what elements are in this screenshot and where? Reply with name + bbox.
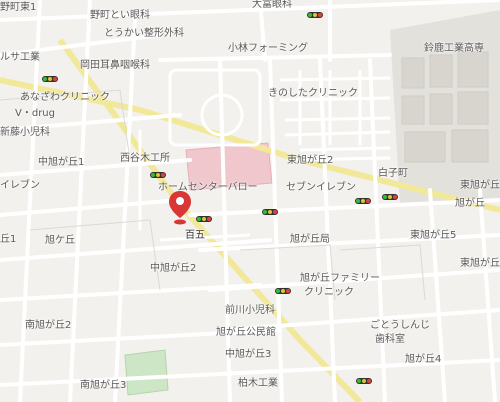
poi-label: 柏木工業 [238, 378, 278, 389]
area-label: 白子町 [378, 168, 408, 179]
poi-label: 野町とい眼科 [90, 10, 150, 21]
poi-label: 前川小児科 [225, 305, 275, 316]
traffic-light-icon [355, 198, 371, 204]
area-label: 東旭が丘3 [460, 258, 500, 269]
poi-label: 大富眼科 [252, 0, 292, 10]
traffic-light-icon [42, 76, 58, 82]
poi-label: 鈴鹿工業高専 [424, 43, 484, 54]
area-label: 東旭が丘5 [410, 230, 457, 241]
traffic-light-icon [262, 209, 278, 215]
poi-label: きのしたクリニック [268, 88, 358, 99]
poi-label: 小林フォーミング [228, 43, 308, 54]
area-label: 東旭が丘 [460, 180, 500, 191]
poi-label: クリニック [304, 287, 354, 298]
poi-label: ルサ工業 [0, 52, 40, 63]
area-label: 中旭が丘2 [150, 263, 197, 274]
area-label: 南旭が丘3 [80, 380, 127, 391]
poi-label: 旭が丘公民館 [216, 327, 276, 338]
traffic-light-icon [150, 172, 166, 178]
poi-label: ごとうしんじ [370, 320, 430, 331]
poi-label: 歯科室 [375, 334, 405, 345]
poi-label: V・drug [15, 108, 55, 119]
traffic-light-icon [356, 378, 372, 384]
traffic-light-icon [275, 288, 291, 294]
map-canvas[interactable]: 野町東1 野町とい眼科 大富眼科 とうかい整形外科 ルサ工業 小林フォーミング … [0, 0, 500, 402]
area-label: 東旭が丘2 [287, 155, 334, 166]
traffic-light-icon [382, 194, 398, 200]
poi-label: 岡田耳鼻咽喉科 [80, 60, 150, 71]
poi-label: 旭が丘局 [290, 234, 330, 245]
area-label: 丘1 [0, 234, 17, 245]
traffic-light-icon [196, 216, 212, 222]
poi-label: 西谷木工所 [120, 153, 170, 164]
poi-label: とうかい整形外科 [104, 28, 184, 39]
poi-label: イレブン [0, 180, 40, 191]
area-label: 旭が丘 [455, 198, 485, 209]
poi-label: 新藤小児科 [0, 127, 50, 138]
area-label: 旭が丘4 [405, 354, 442, 365]
traffic-light-icon [307, 12, 323, 18]
area-label: 野町東1 [0, 2, 37, 13]
area-label: 南旭が丘2 [25, 320, 72, 331]
location-pin-icon[interactable] [168, 190, 192, 226]
poi-label: 旭が丘ファミリー [300, 273, 380, 284]
poi-label: 百五 [185, 230, 205, 241]
area-label: 旭ケ丘 [45, 235, 75, 246]
area-label: 中旭が丘1 [38, 157, 85, 168]
area-label: 中旭が丘3 [225, 349, 272, 360]
poi-label: セブンイレブン [286, 182, 356, 193]
poi-label: あなざわクリニック [20, 92, 110, 103]
map-base [0, 0, 500, 402]
